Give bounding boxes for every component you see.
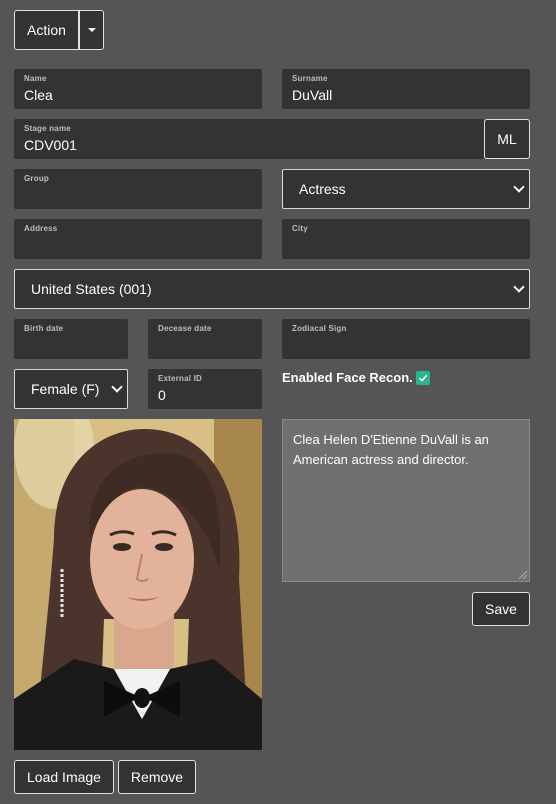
external-id-field[interactable]: External ID 0	[148, 369, 262, 409]
face-recon-label: Enabled Face Recon.	[282, 370, 413, 385]
bio-textarea[interactable]: Clea Helen D'Etienne DuVall is an Americ…	[282, 419, 530, 582]
name-value: Clea	[24, 87, 53, 103]
profile-photo	[14, 419, 262, 750]
country-select[interactable]: United States (001)	[14, 269, 530, 309]
caret-down-icon	[87, 28, 96, 32]
external-id-value: 0	[158, 387, 166, 403]
zodiacal-sign-field[interactable]: Zodiacal Sign	[282, 319, 530, 359]
external-id-label: External ID	[158, 374, 202, 383]
city-label: City	[292, 224, 308, 233]
resize-handle-icon[interactable]	[519, 571, 527, 579]
decease-date-field[interactable]: Decease date	[148, 319, 262, 359]
role-select[interactable]: Actress	[282, 169, 530, 209]
action-button[interactable]: Action	[14, 10, 79, 50]
city-field[interactable]: City	[282, 219, 530, 259]
stage-name-field[interactable]: Stage name CDV001	[14, 119, 484, 159]
country-select-value: United States (001)	[31, 281, 152, 297]
surname-field[interactable]: Surname DuVall	[282, 69, 530, 109]
load-image-button-label: Load Image	[27, 769, 101, 785]
name-label: Name	[24, 74, 47, 83]
stage-name-value: CDV001	[24, 137, 77, 153]
address-label: Address	[24, 224, 58, 233]
zodiacal-sign-label: Zodiacal Sign	[292, 324, 347, 333]
address-field[interactable]: Address	[14, 219, 262, 259]
name-field[interactable]: Name Clea	[14, 69, 262, 109]
action-dropdown-toggle[interactable]	[79, 10, 104, 50]
ml-button[interactable]: ML	[484, 119, 530, 159]
birth-date-label: Birth date	[24, 324, 64, 333]
stage-name-label: Stage name	[24, 124, 71, 133]
gender-select[interactable]: Female (F)	[14, 369, 128, 409]
remove-button-label: Remove	[130, 769, 184, 785]
role-select-value: Actress	[299, 181, 346, 197]
group-label: Group	[24, 174, 49, 183]
load-image-button[interactable]: Load Image	[14, 760, 114, 794]
save-button-label: Save	[485, 601, 517, 617]
remove-button[interactable]: Remove	[118, 760, 196, 794]
chevron-down-icon	[513, 181, 525, 193]
action-button-label: Action	[27, 22, 66, 38]
decease-date-label: Decease date	[158, 324, 212, 333]
group-field[interactable]: Group	[14, 169, 262, 209]
save-button[interactable]: Save	[472, 592, 530, 626]
chevron-down-icon	[513, 281, 525, 293]
face-recon-checkbox[interactable]	[416, 371, 430, 385]
checkmark-icon	[418, 374, 428, 382]
chevron-down-icon	[111, 381, 123, 393]
ml-button-label: ML	[497, 131, 517, 147]
surname-value: DuVall	[292, 87, 333, 103]
bio-text: Clea Helen D'Etienne DuVall is an Americ…	[293, 432, 489, 467]
gender-select-value: Female (F)	[31, 381, 100, 397]
birth-date-field[interactable]: Birth date	[14, 319, 128, 359]
surname-label: Surname	[292, 74, 328, 83]
